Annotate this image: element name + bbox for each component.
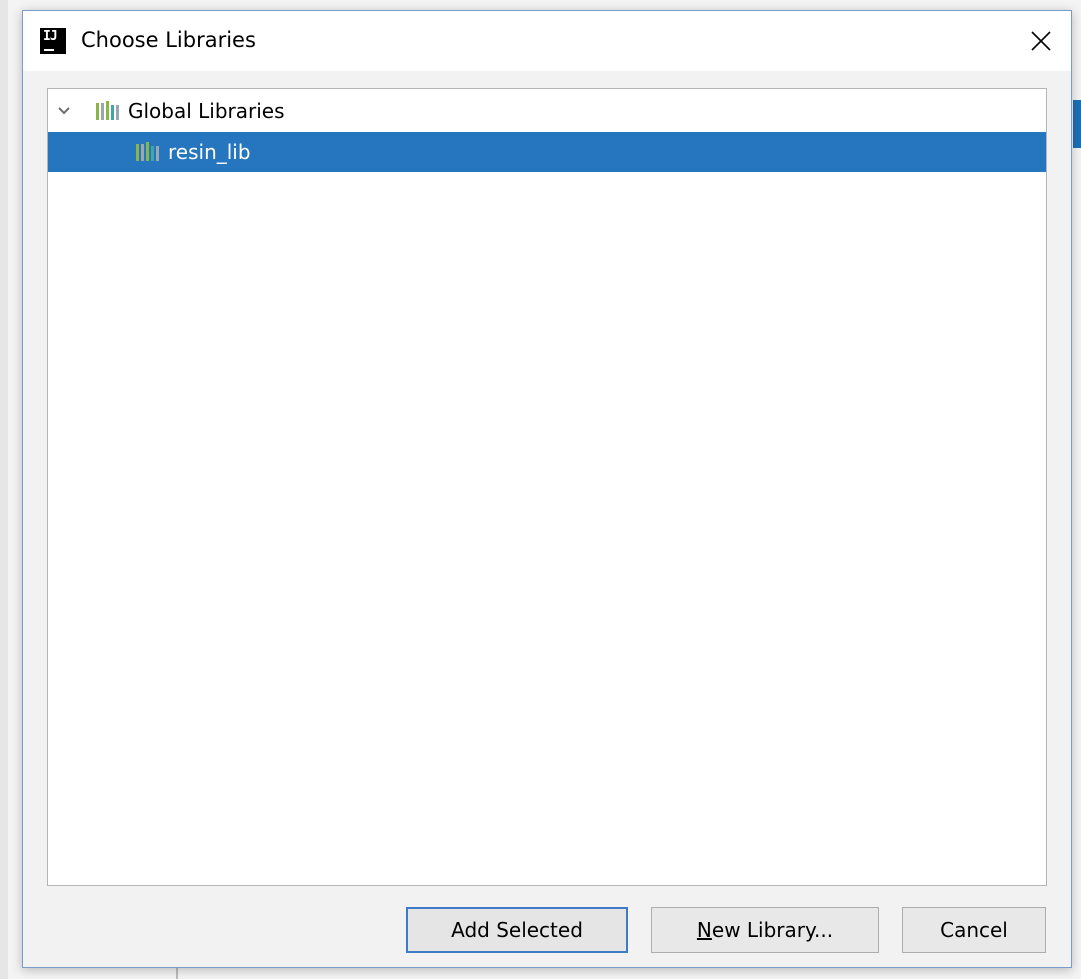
intellij-app-icon: IJ bbox=[40, 28, 66, 54]
library-icon bbox=[96, 101, 119, 120]
add-selected-label: Add Selected bbox=[451, 918, 583, 942]
chevron-down-icon[interactable] bbox=[56, 103, 72, 119]
tree-node-label: Global Libraries bbox=[128, 99, 285, 123]
library-tree[interactable]: Global Libraries resin_lib bbox=[47, 88, 1047, 886]
new-library-label-rest: ew Library... bbox=[711, 918, 834, 942]
tree-node-global-libraries[interactable]: Global Libraries bbox=[48, 91, 1046, 131]
tree-node-label: resin_lib bbox=[168, 140, 251, 164]
library-icon bbox=[136, 142, 159, 161]
ide-right-accent bbox=[1073, 100, 1081, 148]
ide-left-edge bbox=[0, 0, 8, 979]
dialog-title: Choose Libraries bbox=[81, 28, 256, 52]
new-library-label: New Library... bbox=[697, 918, 833, 942]
app-icon-text: IJ bbox=[43, 29, 58, 44]
dialog-titlebar: IJ Choose Libraries bbox=[23, 11, 1071, 71]
cancel-label: Cancel bbox=[940, 918, 1008, 942]
tree-node-resin-lib[interactable]: resin_lib bbox=[48, 132, 1046, 172]
add-selected-button[interactable]: Add Selected bbox=[406, 907, 628, 953]
choose-libraries-dialog: IJ Choose Libraries Global Libraries res… bbox=[22, 10, 1072, 968]
cancel-button[interactable]: Cancel bbox=[902, 907, 1046, 953]
close-button[interactable] bbox=[1019, 21, 1063, 61]
new-library-mnemonic: N bbox=[696, 918, 712, 942]
new-library-button[interactable]: New Library... bbox=[651, 907, 879, 953]
close-icon bbox=[1031, 31, 1051, 51]
